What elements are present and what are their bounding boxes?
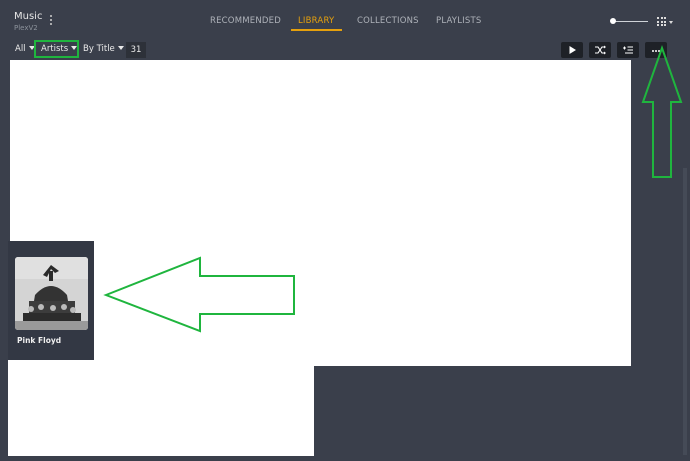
add-to-queue-icon [623,46,633,54]
active-tab-indicator [291,29,342,31]
section-tabs: RECOMMENDED LIBRARY COLLECTIONS PLAYLIST… [0,0,690,40]
tab-playlists[interactable]: PLAYLISTS [436,16,481,26]
add-to-queue-button[interactable] [617,42,639,58]
more-button[interactable] [645,42,667,58]
size-slider-track[interactable] [613,21,648,22]
scope-filter-label: All [15,44,26,54]
sort-filter-label: By Title [83,44,115,54]
annotation-arrow-up [641,44,683,178]
item-count: 31 [126,42,146,58]
scope-filter[interactable]: All [15,44,35,54]
play-button[interactable] [561,42,583,58]
redacted-region [10,60,631,366]
scrollbar-track[interactable] [683,168,687,455]
size-slider-handle[interactable] [610,18,616,24]
tab-collections[interactable]: COLLECTIONS [357,16,419,26]
top-bar: Music PlexV2 RECOMMENDED LIBRARY COLLECT… [0,0,690,40]
shuffle-icon [595,45,606,55]
view-dropdown-caret-icon[interactable] [669,21,673,24]
filter-bar: All Artists By Title [0,40,690,60]
shuffle-button[interactable] [589,42,611,58]
artist-photo-icon [15,257,88,330]
more-icon [652,50,660,52]
grid-icon[interactable] [657,17,666,26]
annotation-highlight-box [34,40,79,58]
play-icon [569,46,576,54]
tab-library[interactable]: LIBRARY [298,16,334,26]
artist-title[interactable]: Pink Floyd [17,336,61,345]
redacted-region-lower [8,360,314,456]
tab-recommended[interactable]: RECOMMENDED [210,16,281,26]
artist-thumbnail[interactable] [15,257,88,330]
sort-filter[interactable]: By Title [83,44,124,54]
caret-down-icon [117,46,124,50]
